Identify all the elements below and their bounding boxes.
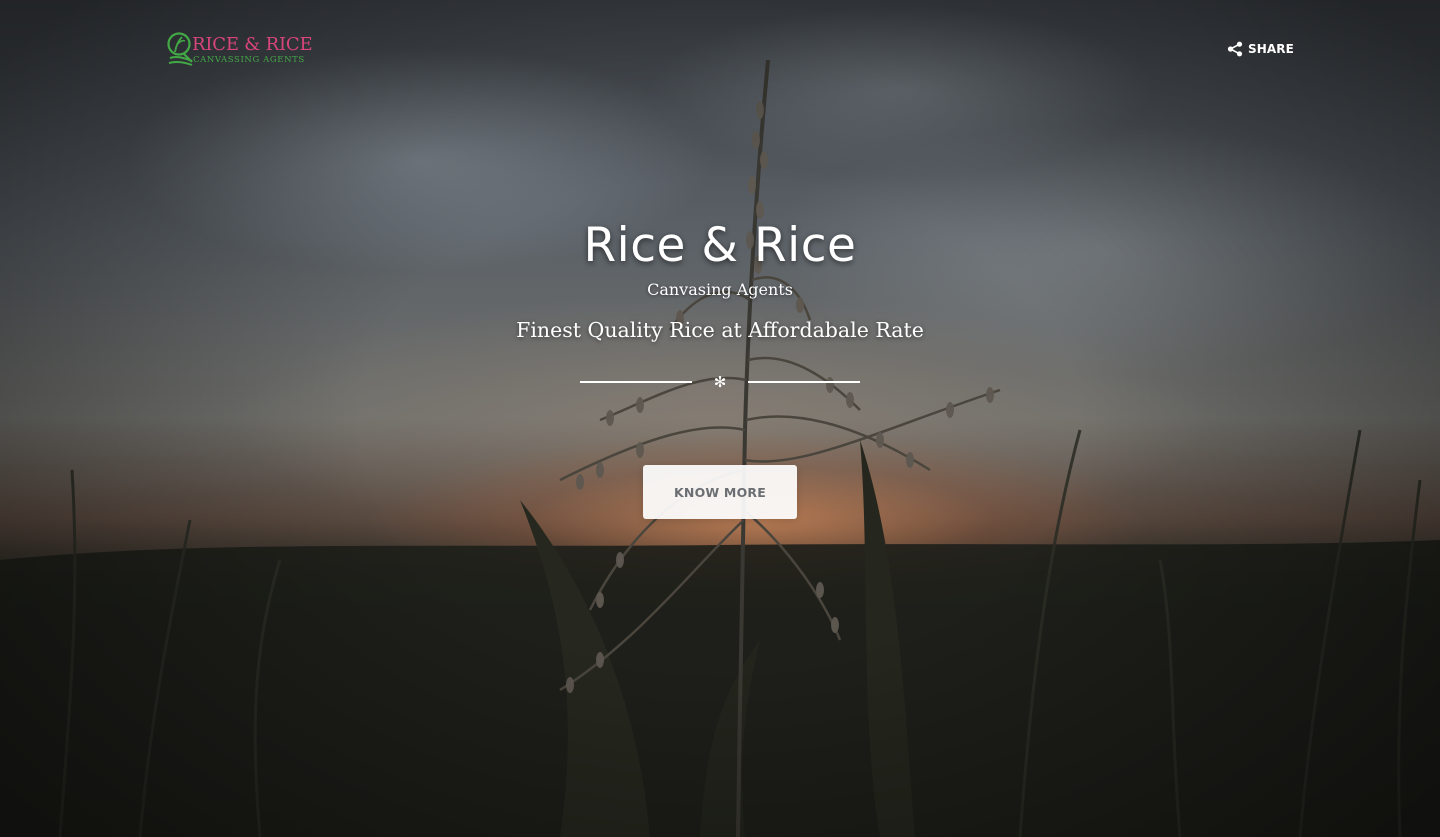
hero-background-image [0,0,1440,837]
share-icon [1227,41,1243,57]
know-more-button[interactable]: KNOW MORE [643,465,797,519]
brand-logo[interactable]: RICE & RICE CANVASSING AGENTS [166,30,316,70]
hero-divider: ✻ [580,372,860,392]
share-label: SHARE [1248,42,1294,56]
share-button[interactable]: SHARE [1227,38,1294,60]
divider-line-right [748,381,860,383]
hero-tagline: Finest Quality Rice at Affordabale Rate [516,318,924,342]
logo-subtitle: CANVASSING AGENTS [193,55,305,65]
asterisk-ornament-icon: ✻ [713,373,727,391]
site-header: RICE & RICE CANVASSING AGENTS SHARE [0,0,1440,100]
hero-title: Rice & Rice [583,218,857,273]
background-vignette [0,0,1440,837]
rice-plant-logo-icon [167,32,193,66]
logo-title: RICE & RICE [192,34,313,55]
divider-line-left [580,381,692,383]
hero-subtitle: Canvasing Agents [647,280,793,299]
